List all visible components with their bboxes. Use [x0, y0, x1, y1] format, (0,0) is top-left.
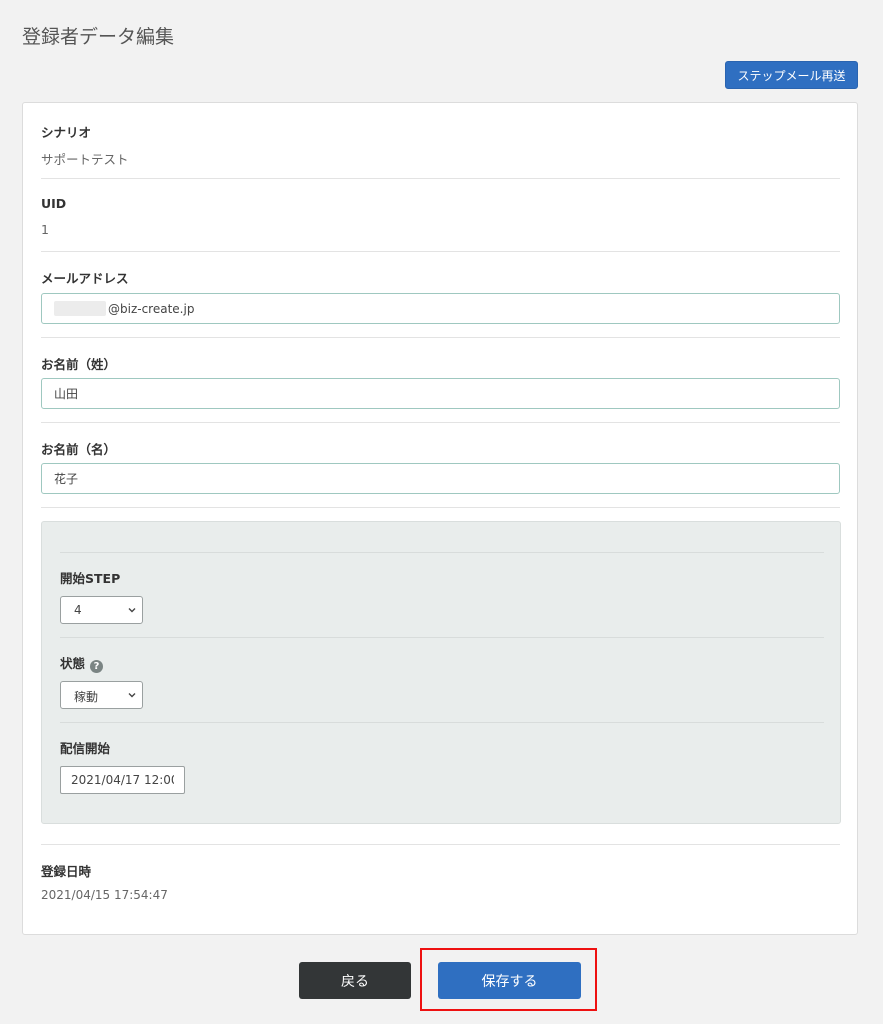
- status-label-text: 状態: [60, 656, 86, 671]
- divider: [60, 552, 824, 553]
- registered-at-label: 登録日時: [41, 864, 92, 879]
- divider: [41, 844, 840, 845]
- delivery-settings-panel: 開始STEP 4 状態? 稼動 配信開始: [41, 521, 841, 824]
- delivery-start-datetime-field[interactable]: [60, 766, 185, 794]
- first-name-field[interactable]: [41, 463, 840, 494]
- scenario-label: シナリオ: [41, 125, 92, 140]
- status-select[interactable]: 稼動: [60, 681, 143, 709]
- uid-value: 1: [41, 222, 49, 237]
- registered-at-value: 2021/04/15 17:54:47: [41, 888, 168, 902]
- divider: [41, 507, 840, 508]
- last-name-field[interactable]: [41, 378, 840, 409]
- email-field[interactable]: @biz-create.jp: [41, 293, 840, 324]
- email-redacted-part: [54, 301, 106, 316]
- uid-label: UID: [41, 196, 67, 211]
- divider: [41, 178, 840, 179]
- divider: [41, 337, 840, 338]
- scenario-value: サポートテスト: [41, 152, 129, 167]
- delivery-start-label: 配信開始: [60, 741, 111, 756]
- start-step-select[interactable]: 4: [60, 596, 143, 624]
- chevron-down-icon: [128, 608, 136, 613]
- subscriber-edit-card: シナリオ サポートテスト UID 1 メールアドレス @biz-create.j…: [22, 102, 858, 935]
- start-step-selected: 4: [74, 603, 82, 617]
- status-selected: 稼動: [74, 690, 99, 704]
- divider: [41, 422, 840, 423]
- page-title: 登録者データ編集: [22, 26, 175, 48]
- resend-step-mail-button[interactable]: ステップメール再送: [725, 61, 858, 89]
- divider: [60, 637, 824, 638]
- status-label: 状態?: [60, 653, 104, 673]
- email-visible-text: @biz-create.jp: [108, 302, 195, 316]
- email-label: メールアドレス: [41, 271, 129, 286]
- start-step-label: 開始STEP: [60, 571, 121, 586]
- last-name-label: お名前（姓）: [41, 357, 117, 372]
- back-button[interactable]: 戻る: [299, 962, 411, 999]
- divider: [41, 251, 840, 252]
- first-name-label: お名前（名）: [41, 442, 117, 457]
- chevron-down-icon: [128, 693, 136, 698]
- divider: [60, 722, 824, 723]
- save-button[interactable]: 保存する: [438, 962, 581, 999]
- question-circle-icon[interactable]: ?: [90, 660, 104, 673]
